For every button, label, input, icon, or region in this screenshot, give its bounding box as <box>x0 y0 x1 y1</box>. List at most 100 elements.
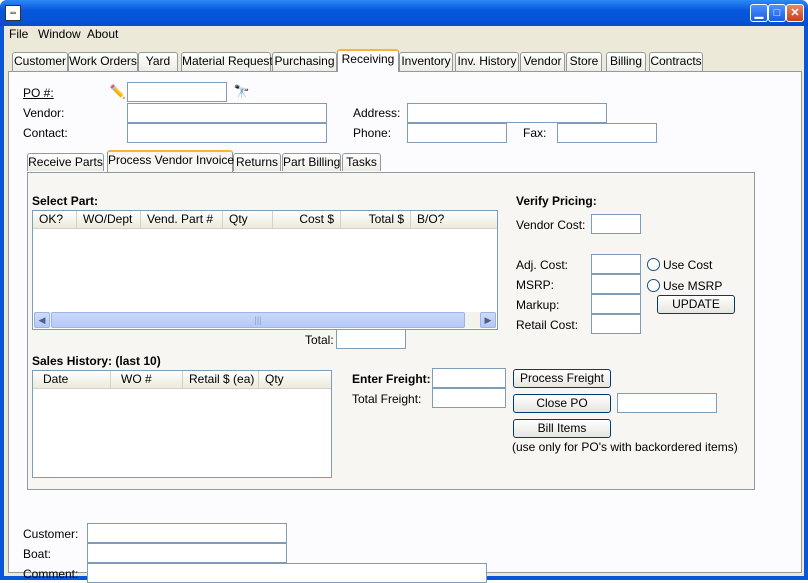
scroll-right-button[interactable]: ▶ <box>480 312 496 328</box>
total-freight-label: Total Freight: <box>352 392 422 406</box>
retail-cost-input[interactable] <box>591 314 641 334</box>
use-msrp-radio[interactable] <box>647 279 660 292</box>
markup-input[interactable] <box>591 294 641 314</box>
column-qty[interactable]: Qty <box>223 211 273 229</box>
column-retail[interactable]: Retail $ (ea) <box>183 371 259 389</box>
subtab-tasks[interactable]: Tasks <box>342 153 381 171</box>
app-icon[interactable]: ▭ <box>5 5 21 21</box>
address-input[interactable] <box>407 103 607 123</box>
maximize-button[interactable]: □ <box>768 4 786 22</box>
column-ok[interactable]: OK? <box>33 211 77 229</box>
column-date[interactable]: Date <box>33 371 111 389</box>
minimize-button[interactable]: ▁ <box>750 4 768 22</box>
pencil-icon: ✏️ <box>109 84 127 99</box>
scroll-thumb[interactable]: ||| <box>51 312 465 328</box>
total-label: Total: <box>305 333 334 347</box>
menu-window[interactable]: Window <box>38 27 81 41</box>
vendor-input[interactable] <box>127 103 327 123</box>
sales-history-title: Sales History: (last 10) <box>32 354 161 368</box>
minimize-icon: ▁ <box>754 7 764 19</box>
subtab-receive-parts[interactable]: Receive Parts <box>27 153 104 171</box>
vendor-cost-label: Vendor Cost: <box>516 218 586 232</box>
vendor-label: Vendor: <box>23 106 65 120</box>
scroll-left-button[interactable]: ◀ <box>34 312 50 328</box>
comment-input[interactable] <box>87 563 487 583</box>
phone-input[interactable] <box>407 123 507 143</box>
total-freight-input[interactable] <box>432 388 506 408</box>
customer-input[interactable] <box>87 523 287 543</box>
subtab-returns[interactable]: Returns <box>233 153 281 171</box>
verify-pricing-title: Verify Pricing: <box>516 194 597 208</box>
menu-bar: File Window About <box>4 26 804 44</box>
column-wo-number[interactable]: WO # <box>111 371 183 389</box>
column-bo[interactable]: B/O? <box>411 211 497 229</box>
chevron-left-icon: ◀ <box>38 315 46 325</box>
tab-work-orders[interactable]: Work Orders <box>68 52 138 71</box>
process-freight-button[interactable]: Process Freight <box>513 369 611 388</box>
phone-label: Phone: <box>353 126 392 140</box>
use-cost-label[interactable]: Use Cost <box>663 258 712 272</box>
use-msrp-label[interactable]: Use MSRP <box>663 279 722 293</box>
process-vendor-invoice-panel: Select Part: OK? WO/Dept Vend. Part # Qt… <box>27 172 755 490</box>
sales-history-list[interactable]: Date WO # Retail $ (ea) Qty <box>32 370 332 478</box>
sales-history-header: Date WO # Retail $ (ea) Qty <box>33 371 331 389</box>
contact-input[interactable] <box>127 123 327 143</box>
adj-cost-input[interactable] <box>591 254 641 274</box>
markup-label: Markup: <box>516 298 560 312</box>
menu-file[interactable]: File <box>9 27 28 41</box>
fax-input[interactable] <box>557 123 657 143</box>
close-icon: ✕ <box>790 7 800 19</box>
total-input[interactable] <box>336 329 406 349</box>
tab-inventory[interactable]: Inventory <box>399 52 453 71</box>
receiving-panel: PO #: ✏️ 🔭 Vendor: Contact: Address: Pho… <box>8 71 802 583</box>
select-part-hscroll[interactable]: ◀ ||| ▶ <box>34 312 496 328</box>
tab-receiving[interactable]: Receiving <box>337 49 399 72</box>
close-button[interactable]: ✕ <box>786 4 804 22</box>
adj-cost-label: Adj. Cost: <box>516 258 569 272</box>
column-sh-qty[interactable]: Qty <box>259 371 331 389</box>
close-po-button[interactable]: Close PO <box>513 394 611 413</box>
column-vend-part[interactable]: Vend. Part # <box>141 211 223 229</box>
select-part-list[interactable]: OK? WO/Dept Vend. Part # Qty Cost $ Tota… <box>32 210 498 330</box>
close-po-input[interactable] <box>617 393 717 413</box>
tab-yard[interactable]: Yard <box>138 52 178 71</box>
tab-vendor[interactable]: Vendor <box>520 52 565 71</box>
edit-po-button[interactable]: ✏️ <box>107 82 129 102</box>
title-bar[interactable]: ▭ ▁ □ ✕ <box>0 0 808 26</box>
application-window: ▭ ▁ □ ✕ File Window About Customer Work … <box>0 0 808 583</box>
boat-label: Boat: <box>23 547 52 561</box>
tab-purchasing[interactable]: Purchasing <box>272 52 337 71</box>
tab-contracts[interactable]: Contracts <box>649 52 703 71</box>
bill-items-button[interactable]: Bill Items <box>513 419 611 438</box>
update-button[interactable]: UPDATE <box>657 295 735 314</box>
comment-label: Comment: <box>23 567 79 581</box>
tab-store[interactable]: Store <box>566 52 602 71</box>
select-part-title: Select Part: <box>32 194 99 208</box>
tab-billing[interactable]: Billing <box>606 52 646 71</box>
boat-input[interactable] <box>87 543 287 563</box>
enter-freight-input[interactable] <box>432 368 506 388</box>
bill-items-note: (use only for PO's with backordered item… <box>512 440 738 454</box>
enter-freight-label: Enter Freight: <box>352 372 431 386</box>
po-number-input[interactable] <box>127 82 227 102</box>
tab-inv-history[interactable]: Inv. History <box>455 52 519 71</box>
find-po-button[interactable]: 🔭 <box>231 82 253 102</box>
msrp-input[interactable] <box>591 274 641 294</box>
column-total[interactable]: Total $ <box>341 211 411 229</box>
menu-about[interactable]: About <box>87 27 118 41</box>
fax-label: Fax: <box>523 126 547 140</box>
customer-label: Customer: <box>23 527 79 541</box>
select-part-header: OK? WO/Dept Vend. Part # Qty Cost $ Tota… <box>33 211 497 229</box>
subtab-process-vendor-invoice[interactable]: Process Vendor Invoice <box>107 150 234 172</box>
subtab-part-billing[interactable]: Part Billing <box>282 153 341 171</box>
tab-material-request[interactable]: Material Request <box>181 52 273 71</box>
column-wo-dept[interactable]: WO/Dept <box>77 211 141 229</box>
address-label: Address: <box>353 106 401 120</box>
use-cost-radio[interactable] <box>647 258 660 271</box>
tab-customer[interactable]: Customer <box>12 52 68 71</box>
maximize-icon: □ <box>773 7 781 19</box>
client-area: File Window About Customer Work Orders Y… <box>4 26 804 583</box>
vendor-cost-input[interactable] <box>591 214 641 234</box>
msrp-label: MSRP: <box>516 278 555 292</box>
column-cost[interactable]: Cost $ <box>273 211 341 229</box>
